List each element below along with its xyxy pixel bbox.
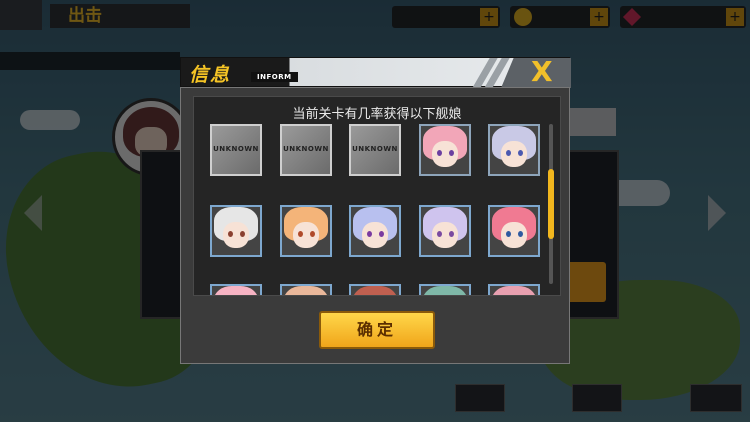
portrait-eye bbox=[437, 231, 442, 237]
portrait-face bbox=[293, 222, 319, 248]
reward-shipgirl-portrait[interactable] bbox=[210, 284, 262, 295]
portrait-eye bbox=[367, 231, 372, 237]
reward-shipgirl-portrait[interactable] bbox=[280, 205, 332, 257]
reward-shipgirl-portrait[interactable] bbox=[210, 205, 262, 257]
reward-shipgirl-portrait[interactable] bbox=[349, 284, 401, 295]
portrait-eye bbox=[449, 231, 454, 237]
unknown-label: UNKNOWN bbox=[283, 145, 329, 153]
reward-unknown[interactable]: UNKNOWN bbox=[349, 124, 401, 176]
portrait-face bbox=[501, 141, 527, 167]
reward-shipgirl-portrait[interactable] bbox=[280, 284, 332, 295]
portrait-eye bbox=[518, 150, 523, 156]
unknown-label: UNKNOWN bbox=[352, 145, 398, 153]
portrait-eye bbox=[298, 231, 303, 237]
dialog-header: 信息 INFORM X bbox=[180, 57, 571, 88]
portrait-eye bbox=[379, 231, 384, 237]
reward-unknown[interactable]: UNKNOWN bbox=[280, 124, 332, 176]
reward-shipgirl-portrait[interactable] bbox=[488, 124, 540, 176]
dialog-body: 当前关卡有几率获得以下舰娘 UNKNOWN UNKNOWN UNKNOWN 确定 bbox=[180, 87, 570, 364]
portrait-face bbox=[362, 222, 388, 248]
reward-panel[interactable]: 当前关卡有几率获得以下舰娘 UNKNOWN UNKNOWN UNKNOWN bbox=[193, 96, 561, 296]
portrait-face bbox=[501, 222, 527, 248]
portrait-eye bbox=[506, 150, 511, 156]
info-dialog: 信息 INFORM X 当前关卡有几率获得以下舰娘 UNKNOWN UNKNOWN… bbox=[180, 57, 571, 364]
reward-shipgirl-portrait[interactable] bbox=[488, 205, 540, 257]
close-icon: X bbox=[531, 55, 553, 88]
portrait-eye bbox=[449, 150, 454, 156]
portrait-eye bbox=[437, 150, 442, 156]
portrait-hair bbox=[214, 286, 258, 295]
scrollbar-thumb[interactable] bbox=[548, 169, 554, 239]
portrait-hair bbox=[423, 286, 467, 295]
dialog-title: 信息 bbox=[189, 64, 232, 86]
portrait-eye bbox=[240, 231, 245, 237]
portrait-face bbox=[223, 222, 249, 248]
portrait-eye bbox=[228, 231, 233, 237]
portrait-eye bbox=[310, 231, 315, 237]
close-button[interactable]: X bbox=[501, 58, 571, 88]
confirm-button[interactable]: 确定 bbox=[319, 311, 435, 349]
reward-shipgirl-portrait[interactable] bbox=[419, 124, 471, 176]
dialog-tag: INFORM bbox=[251, 72, 298, 82]
reward-shipgirl-portrait[interactable] bbox=[349, 205, 401, 257]
portrait-eye bbox=[518, 231, 523, 237]
reward-shipgirl-portrait[interactable] bbox=[488, 284, 540, 295]
portrait-hair bbox=[492, 286, 536, 295]
portrait-hair bbox=[353, 286, 397, 295]
reward-unknown[interactable]: UNKNOWN bbox=[210, 124, 262, 176]
portrait-face bbox=[432, 222, 458, 248]
portrait-eye bbox=[506, 231, 511, 237]
unknown-label: UNKNOWN bbox=[213, 145, 259, 153]
portrait-face bbox=[432, 141, 458, 167]
portrait-hair bbox=[284, 286, 328, 295]
dialog-message: 当前关卡有几率获得以下舰娘 bbox=[292, 107, 462, 122]
reward-shipgirl-portrait[interactable] bbox=[419, 284, 471, 295]
reward-shipgirl-portrait[interactable] bbox=[419, 205, 471, 257]
